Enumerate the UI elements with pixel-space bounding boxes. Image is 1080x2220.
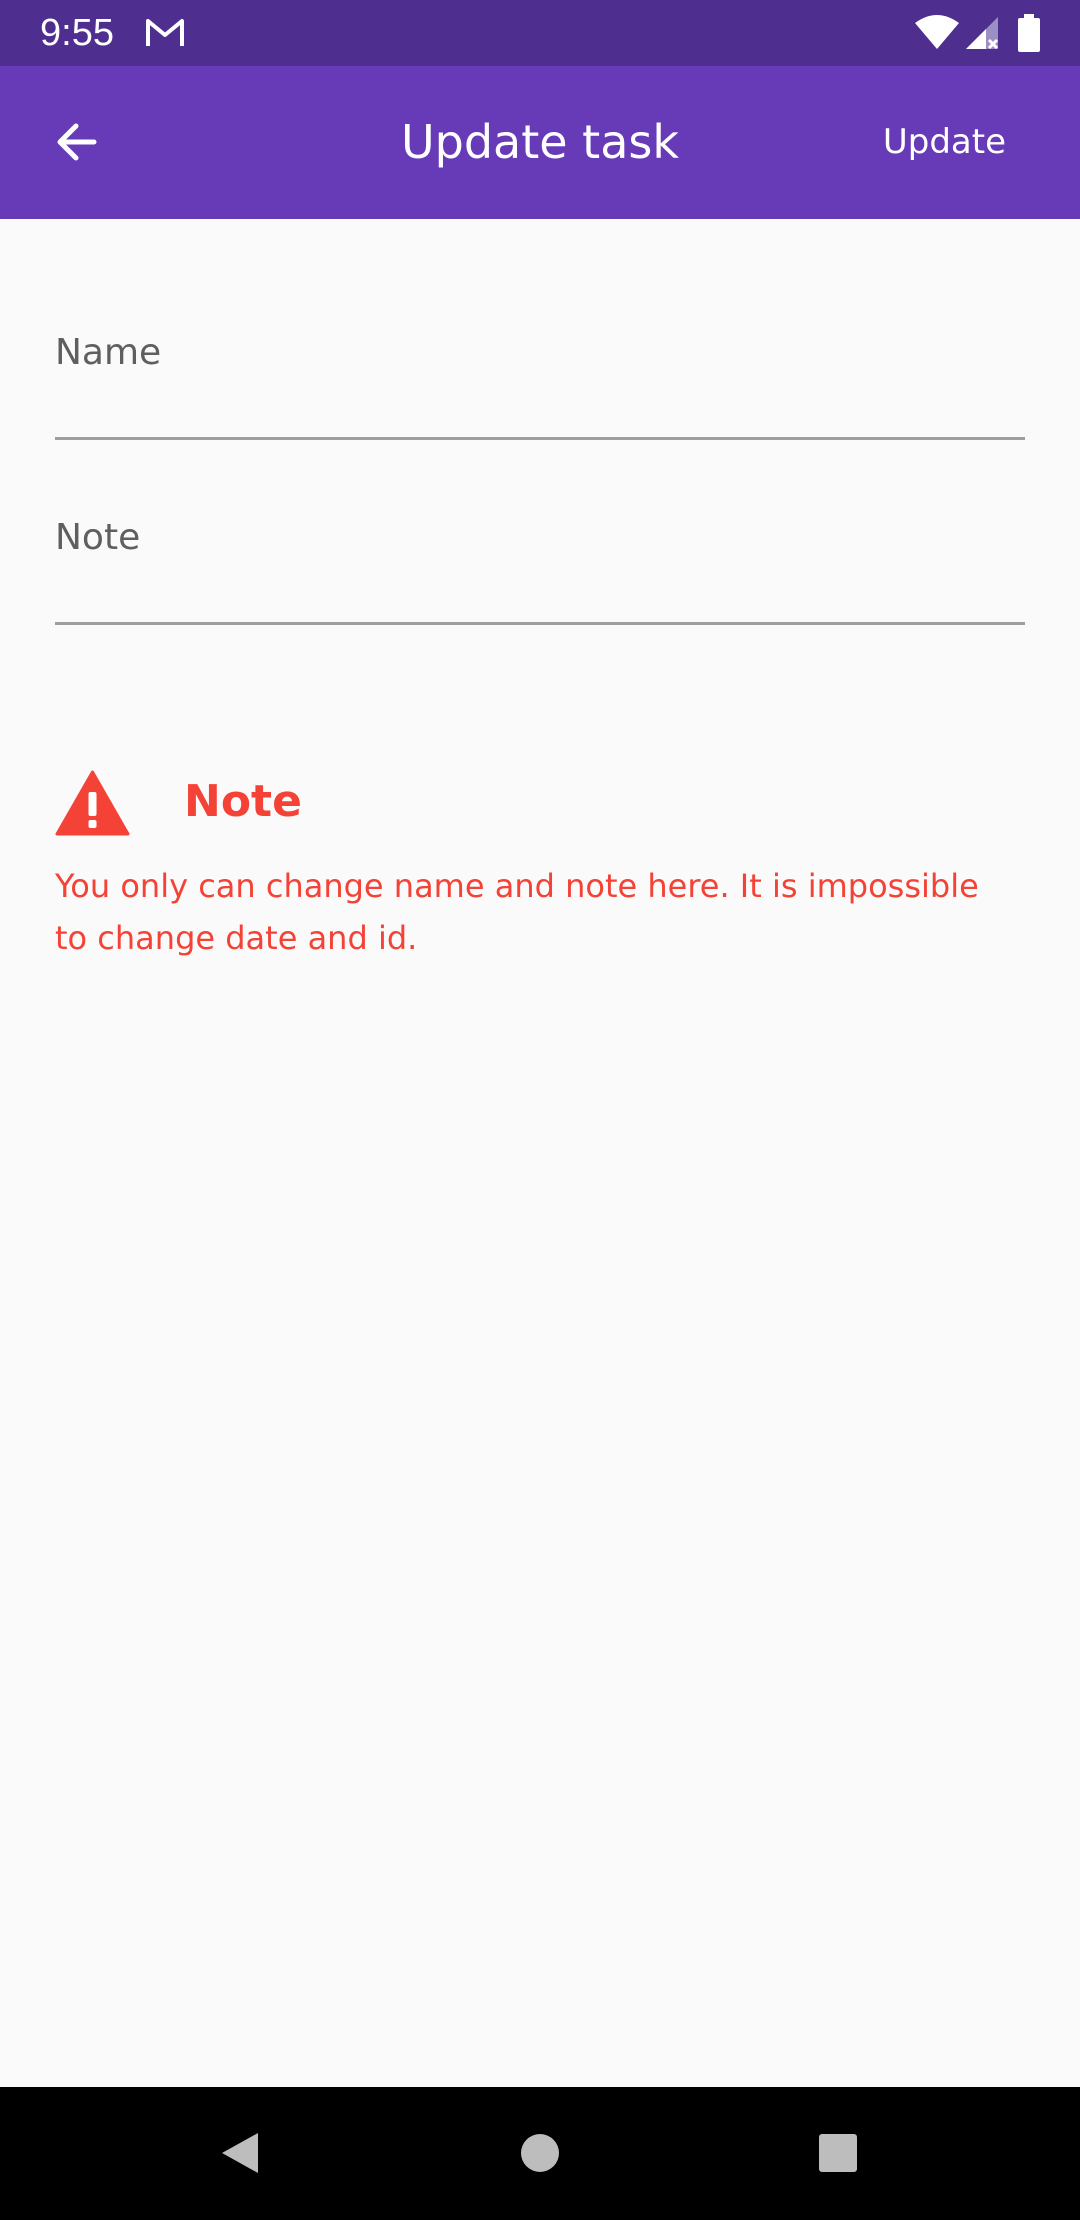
nav-recents-button[interactable] — [802, 2117, 874, 2189]
battery-icon — [1018, 14, 1040, 52]
wifi-icon — [915, 15, 959, 49]
nav-back-icon — [222, 2133, 258, 2173]
note-field-label: Note — [55, 517, 141, 558]
nav-home-icon — [521, 2134, 559, 2172]
status-time: 9:55 — [40, 12, 114, 54]
name-field[interactable]: Name — [55, 320, 1025, 440]
navigation-bar — [0, 2087, 1080, 2220]
nav-recents-icon — [819, 2134, 857, 2172]
nav-home-button[interactable] — [504, 2117, 576, 2189]
warning-text: You only can change name and note here. … — [55, 867, 979, 957]
name-field-label: Name — [55, 332, 162, 373]
warning-icon — [55, 770, 130, 836]
app-bar: Update task Update — [0, 66, 1080, 219]
nav-back-button[interactable] — [204, 2117, 276, 2189]
note-field-underline — [55, 622, 1025, 625]
status-bar: 9:55 — [0, 0, 1080, 66]
update-button[interactable]: Update — [883, 66, 1006, 219]
arrow-back-icon — [57, 123, 97, 161]
gmail-icon — [146, 19, 184, 46]
name-field-underline — [55, 437, 1025, 440]
signal-icon — [966, 17, 999, 50]
warning-title: Note — [184, 776, 302, 827]
back-button[interactable] — [40, 106, 112, 178]
note-field[interactable]: Note — [55, 505, 1025, 625]
